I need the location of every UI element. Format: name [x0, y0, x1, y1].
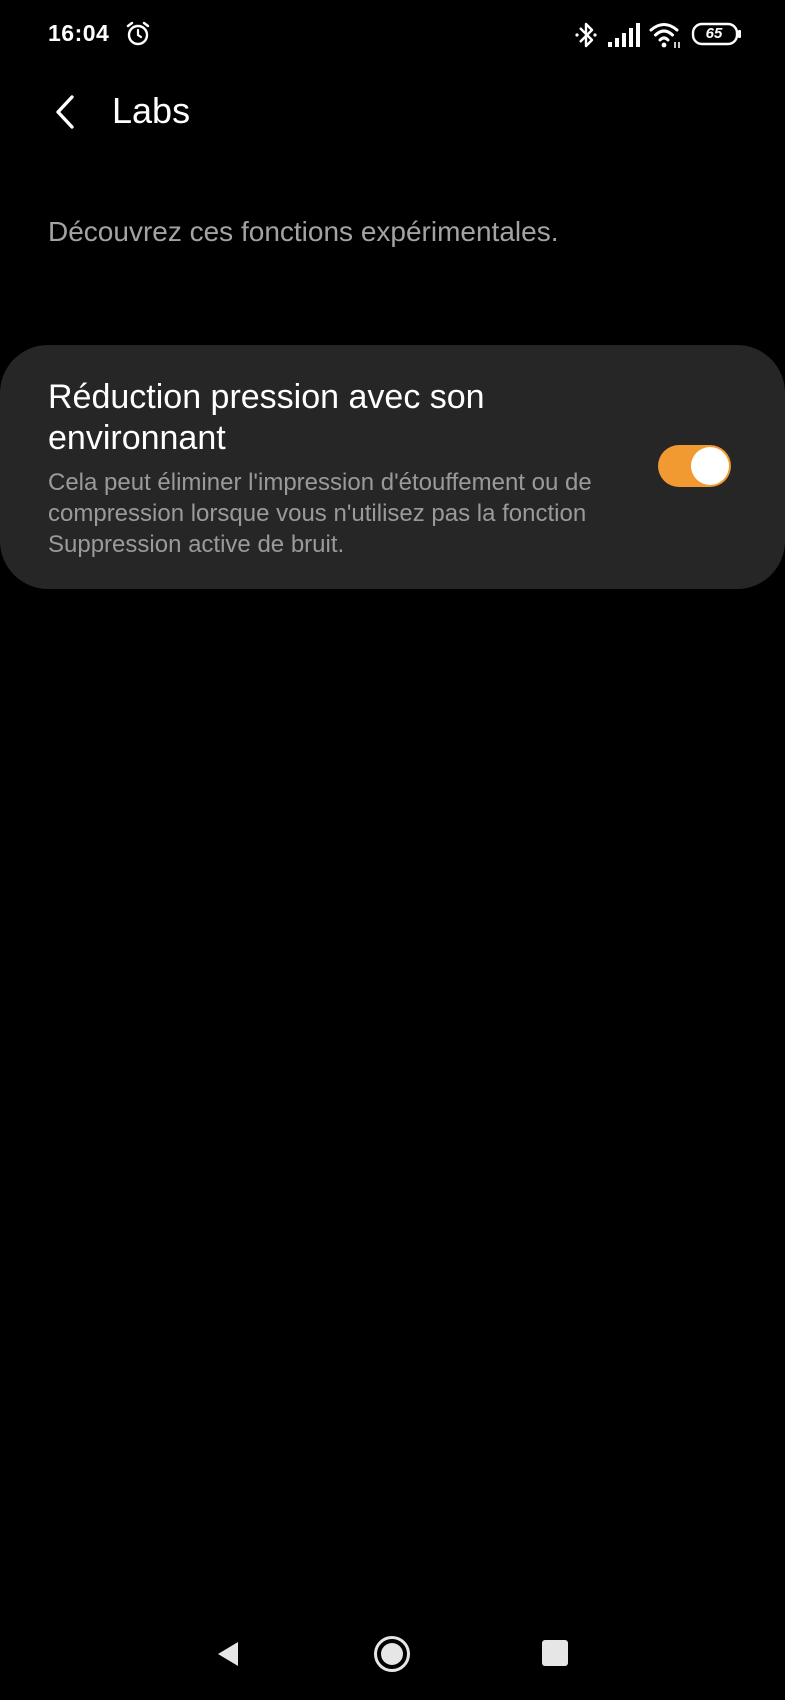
toggle-knob: [691, 447, 729, 485]
status-bar: 16:04 65: [0, 0, 785, 70]
page-title: Labs: [112, 90, 191, 131]
pressure-relief-toggle[interactable]: [658, 445, 731, 487]
navigation-bar: [0, 1610, 785, 1700]
nav-back-icon[interactable]: [212, 1638, 244, 1670]
chevron-left-icon: [56, 95, 74, 129]
app-header: Labs: [0, 80, 785, 144]
status-time: 16:04: [48, 20, 110, 46]
signal-icon: [608, 23, 640, 47]
nav-recents-icon[interactable]: [542, 1640, 568, 1666]
back-button[interactable]: [40, 86, 92, 138]
setting-title: Réduction pression avec son environnant: [48, 378, 485, 457]
bluetooth-icon: [575, 22, 597, 48]
alarm-icon: [126, 21, 150, 46]
setting-description: Cela peut éliminer l'impression d'étouff…: [48, 469, 592, 558]
intro-text: Découvrez ces fonctions expérimentales.: [48, 216, 559, 247]
battery-level: 65: [705, 25, 723, 42]
nav-home-icon[interactable]: [372, 1634, 412, 1674]
wifi-icon: [649, 23, 680, 48]
setting-card-pressure-relief[interactable]: Réduction pression avec son environnant …: [0, 345, 785, 589]
